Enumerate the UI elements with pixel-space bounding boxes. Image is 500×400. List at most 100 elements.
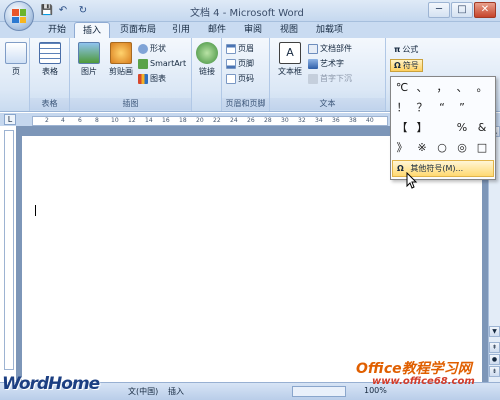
redo-icon[interactable]: ↻ <box>76 4 90 18</box>
clipart-icon <box>110 42 132 64</box>
symbol-cell[interactable]: 】 <box>413 119 431 137</box>
page-icon <box>5 42 27 64</box>
tab-home[interactable]: 开始 <box>40 22 74 38</box>
picture-icon <box>78 42 100 64</box>
chart-icon <box>138 74 148 84</box>
page-number-button[interactable]: 页码 <box>226 73 254 85</box>
symbol-cell[interactable]: ℃ <box>393 79 411 97</box>
zoom-level[interactable]: 100% <box>364 386 387 395</box>
dropcap-button[interactable]: 首字下沉 <box>308 73 352 85</box>
footer-button[interactable]: 页脚 <box>226 58 254 70</box>
symbol-cell[interactable]: ” <box>453 99 471 117</box>
group-links: 链接 <box>192 38 222 111</box>
group-illustrations: 图片 剪贴画 形状 SmartArt 图表 插图 <box>70 38 192 111</box>
ruler-tick: 2 <box>45 117 49 124</box>
symbol-cell[interactable]: ◎ <box>453 139 471 157</box>
symbol-cell[interactable]: 【 <box>393 119 411 137</box>
tab-references[interactable]: 引用 <box>164 22 198 38</box>
tab-mailings[interactable]: 邮件 <box>200 22 234 38</box>
tab-review[interactable]: 审阅 <box>236 22 270 38</box>
symbol-cell[interactable]: 、 <box>413 79 431 97</box>
table-button[interactable]: 表格 <box>37 42 63 77</box>
ruler-tick: 36 <box>332 117 340 124</box>
symbol-cell[interactable]: 、 <box>453 79 471 97</box>
symbol-button[interactable]: Ω 符号 <box>390 59 423 72</box>
picture-button[interactable]: 图片 <box>76 42 102 77</box>
ruler-tick: 8 <box>95 117 99 124</box>
symbol-cell[interactable]: ○ <box>433 139 451 157</box>
smartart-icon <box>138 59 148 69</box>
symbol-cell[interactable]: 》 <box>393 139 411 157</box>
minimize-button[interactable]: ─ <box>428 2 450 18</box>
shapes-icon <box>138 44 148 54</box>
symbol-cell[interactable]: ？ <box>413 99 431 117</box>
footer-icon <box>226 59 236 69</box>
group-label-illustrations: 插图 <box>70 98 191 110</box>
horizontal-ruler[interactable]: 2 4 6 8 10 12 14 16 18 20 22 24 26 28 30… <box>32 116 388 126</box>
wordart-button[interactable]: 艺术字 <box>308 58 344 70</box>
link-globe-icon <box>196 42 218 64</box>
ribbon-tabs: 开始 插入 页面布局 引用 邮件 审阅 视图 加载项 <box>0 22 500 39</box>
tab-view[interactable]: 视图 <box>272 22 306 38</box>
browse-object-button[interactable]: ● <box>489 354 500 365</box>
save-icon[interactable]: 💾 <box>40 4 54 18</box>
maximize-button[interactable]: □ <box>451 2 473 18</box>
ruler-tick: 22 <box>213 117 221 124</box>
symbol-cell[interactable]: “ <box>433 99 451 117</box>
language-status[interactable]: 文(中国) <box>128 386 158 397</box>
quick-parts-button[interactable]: 文档部件 <box>308 43 352 55</box>
symbol-dropdown: ℃ 、 ， 、 。 ！ ？ “ ” 【 】 % & 》 ※ ○ ◎ □ Ω 其他… <box>390 76 496 180</box>
insert-mode-status[interactable]: 插入 <box>168 386 184 397</box>
equation-button[interactable]: π 公式 <box>394 44 418 56</box>
ruler-tick: 18 <box>179 117 187 124</box>
textbox-button[interactable]: A 文本框 <box>274 42 306 77</box>
mouse-pointer-icon <box>406 172 418 189</box>
ruler-tick: 24 <box>230 117 238 124</box>
symbol-cell[interactable]: 。 <box>473 79 491 97</box>
wordart-icon <box>308 59 318 69</box>
prev-page-button[interactable]: ⇞ <box>489 342 500 353</box>
site-url-watermark: www.office68.com <box>372 376 475 387</box>
pages-button[interactable]: 页 <box>3 42 29 77</box>
smartart-button[interactable]: SmartArt <box>138 58 186 70</box>
symbol-cell[interactable]: □ <box>473 139 491 157</box>
clipart-button[interactable]: 剪贴画 <box>106 42 136 77</box>
ruler-tick: 6 <box>78 117 82 124</box>
group-label-text: 文本 <box>270 98 385 110</box>
tab-add-ins[interactable]: 加载项 <box>308 22 351 38</box>
group-label-tables: 表格 <box>30 98 69 110</box>
site-watermark: Office教程学习网 <box>356 361 472 377</box>
group-label-header-footer: 页眉和页脚 <box>222 98 269 110</box>
symbol-cell[interactable]: ， <box>433 79 451 97</box>
vertical-ruler[interactable] <box>4 130 14 370</box>
ruler-tick: 40 <box>366 117 374 124</box>
header-button[interactable]: 页眉 <box>226 43 254 55</box>
undo-icon[interactable]: ↶ <box>56 4 70 18</box>
links-button[interactable]: 链接 <box>194 42 220 77</box>
symbol-cell[interactable]: & <box>473 119 491 137</box>
scroll-down-button[interactable]: ▼ <box>489 326 500 337</box>
chart-button[interactable]: 图表 <box>138 73 166 85</box>
window-title: 文档 4 - Microsoft Word <box>190 8 304 19</box>
shapes-button[interactable]: 形状 <box>138 43 166 55</box>
close-button[interactable]: ✕ <box>474 2 496 18</box>
tab-insert[interactable]: 插入 <box>74 22 111 39</box>
omega-icon: Ω <box>397 164 404 173</box>
text-cursor <box>35 205 36 216</box>
symbol-cell[interactable]: % <box>453 119 471 137</box>
office-button[interactable] <box>4 1 34 31</box>
group-header-footer: 页眉 页脚 页码 页眉和页脚 <box>222 38 270 111</box>
wordhome-watermark: WordHome <box>2 374 100 394</box>
tab-page-layout[interactable]: 页面布局 <box>112 22 164 38</box>
symbol-cell[interactable]: ※ <box>413 139 431 157</box>
symbol-cell[interactable]: ！ <box>393 99 411 117</box>
ruler-tick: 10 <box>111 117 119 124</box>
omega-icon: Ω <box>394 60 401 70</box>
next-page-button[interactable]: ⇟ <box>489 366 500 377</box>
view-buttons[interactable] <box>292 386 346 397</box>
ruler-tick: 4 <box>61 117 65 124</box>
page-number-icon <box>226 74 236 84</box>
tab-selector[interactable]: L <box>4 114 16 125</box>
group-tables: 表格 表格 <box>30 38 70 111</box>
ruler-tick: 16 <box>162 117 170 124</box>
